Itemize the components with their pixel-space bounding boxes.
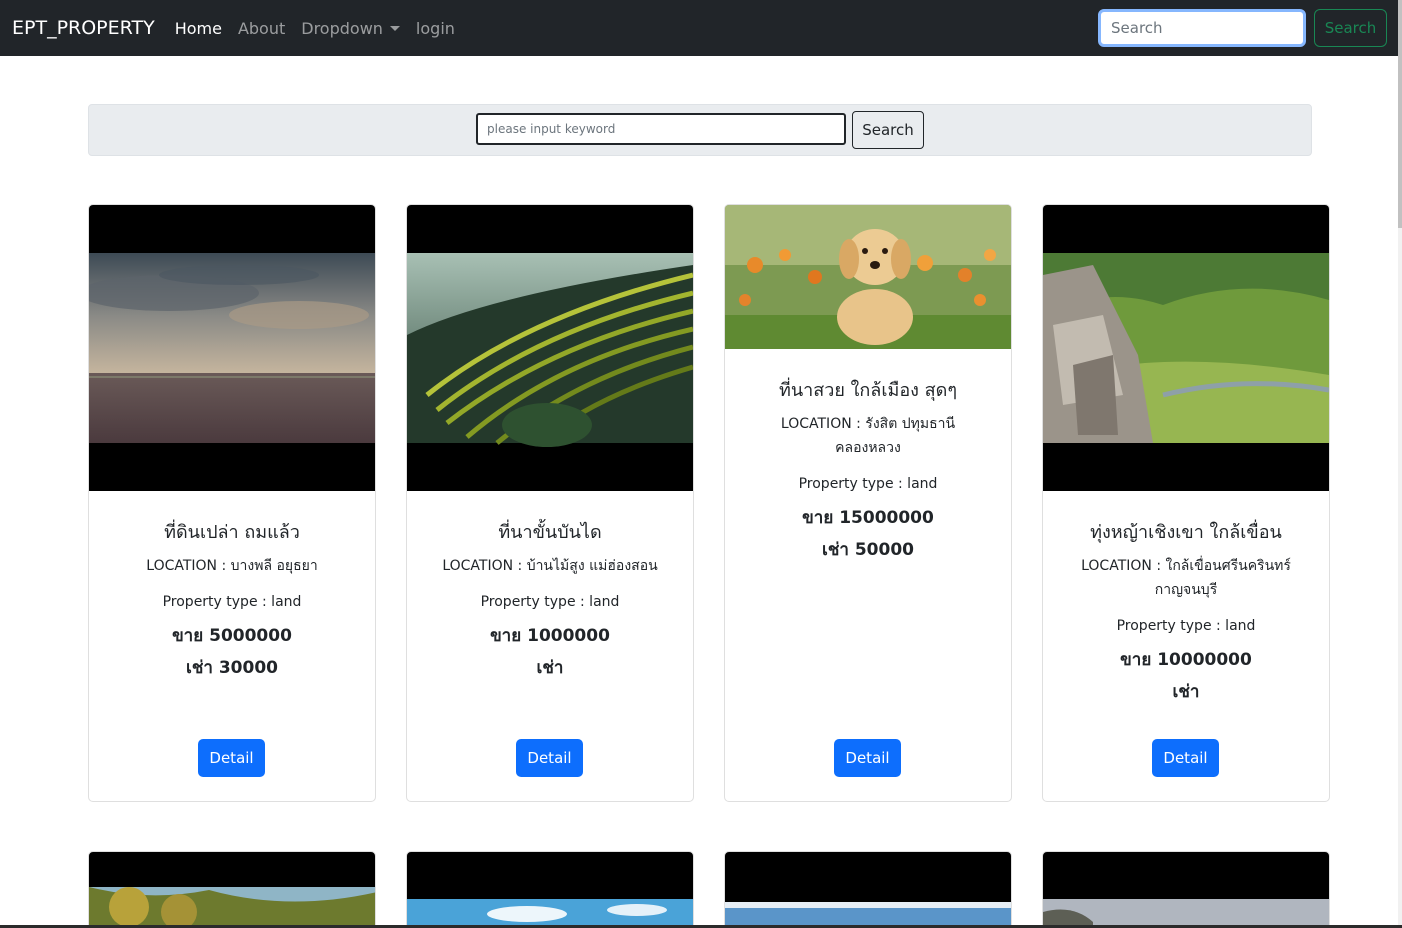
detail-button[interactable]: Detail xyxy=(198,739,265,777)
keyword-input[interactable] xyxy=(476,113,846,145)
property-sale-price: ขาย 5000000 xyxy=(172,626,292,646)
property-image-terraces[interactable] xyxy=(407,205,693,491)
valley-photo xyxy=(1043,253,1329,443)
nav-about[interactable]: About xyxy=(230,19,293,38)
property-card: ทุ่งหญ้าเชิงเขา ใกล้เขื่อน LOCATION : ใก… xyxy=(1042,204,1330,802)
property-title: ที่ดินเปล่า ถมแล้ว xyxy=(164,522,300,543)
property-rent-price: เช่า 30000 xyxy=(186,658,278,678)
property-sale-price: ขาย 10000000 xyxy=(1120,650,1252,670)
property-sale-price: ขาย 1000000 xyxy=(490,626,610,646)
property-rent-price: เช่า xyxy=(1172,682,1200,702)
property-location: LOCATION : ใกล้เขื่อนศรีนครินทร์ กาญจนบุ… xyxy=(1081,558,1291,598)
property-image-puppy[interactable] xyxy=(725,205,1011,349)
property-card-partial[interactable] xyxy=(724,851,1012,928)
keyword-search-button[interactable]: Search xyxy=(852,111,924,149)
property-title: ทุ่งหญ้าเชิงเขา ใกล้เขื่อน xyxy=(1090,522,1282,543)
nav-login[interactable]: login xyxy=(408,19,463,38)
property-card: ที่นาขั้นบันได LOCATION : บ้านไม้สูง แม่… xyxy=(406,204,694,802)
detail-button[interactable]: Detail xyxy=(516,739,583,777)
scrollbar-thumb[interactable] xyxy=(1398,0,1402,228)
field-photo xyxy=(89,253,375,443)
nav-dropdown-label: Dropdown xyxy=(301,18,383,38)
property-card: ที่ดินเปล่า ถมแล้ว LOCATION : บางพลี อยุ… xyxy=(88,204,376,802)
nav-dropdown[interactable]: Dropdown xyxy=(293,19,408,38)
property-type: Property type : land xyxy=(162,594,302,610)
property-card: ที่นาสวย ใกล้เมือง สุดๆ LOCATION : รังสิ… xyxy=(724,204,1012,802)
property-card-partial[interactable] xyxy=(88,851,376,928)
navbar-search-button[interactable]: Search xyxy=(1314,9,1387,47)
puppy-photo xyxy=(725,205,1011,349)
brand-logo[interactable]: EPT_PROPERTY xyxy=(12,17,155,39)
keyword-search-panel: Search xyxy=(88,104,1312,156)
landscape-photo xyxy=(725,902,1011,928)
property-card-partial[interactable] xyxy=(406,851,694,928)
property-type: Property type : land xyxy=(1116,618,1256,634)
property-card-partial[interactable] xyxy=(1042,851,1330,928)
property-title: ที่นาสวย ใกล้เมือง สุดๆ xyxy=(778,380,958,401)
property-type: Property type : land xyxy=(480,594,620,610)
property-image-field[interactable] xyxy=(89,205,375,491)
property-type: Property type : land xyxy=(798,476,938,492)
property-title: ที่นาขั้นบันได xyxy=(498,522,602,543)
property-sale-price: ขาย 15000000 xyxy=(802,508,934,528)
property-location: LOCATION : บ้านไม้สูง แม่ฮ่องสอน xyxy=(442,558,658,574)
property-image-valley[interactable] xyxy=(1043,205,1329,491)
property-rent-price: เช่า xyxy=(536,658,564,678)
detail-button[interactable]: Detail xyxy=(1152,739,1219,777)
tree-photo xyxy=(89,887,375,928)
detail-button[interactable]: Detail xyxy=(834,739,901,777)
nav-home[interactable]: Home xyxy=(167,19,230,38)
mountain-photo xyxy=(1043,899,1329,928)
sky-photo xyxy=(407,899,693,928)
navbar-search-input[interactable] xyxy=(1098,9,1306,47)
terrace-photo xyxy=(407,253,693,447)
property-location: LOCATION : บางพลี อยุธยา xyxy=(146,558,318,574)
property-rent-price: เช่า 50000 xyxy=(822,540,914,560)
top-navbar: EPT_PROPERTY Home About Dropdown login S… xyxy=(0,0,1398,56)
property-location: LOCATION : รังสิต ปทุมธานี คลองหลวง xyxy=(780,416,956,456)
caret-down-icon xyxy=(389,25,400,31)
